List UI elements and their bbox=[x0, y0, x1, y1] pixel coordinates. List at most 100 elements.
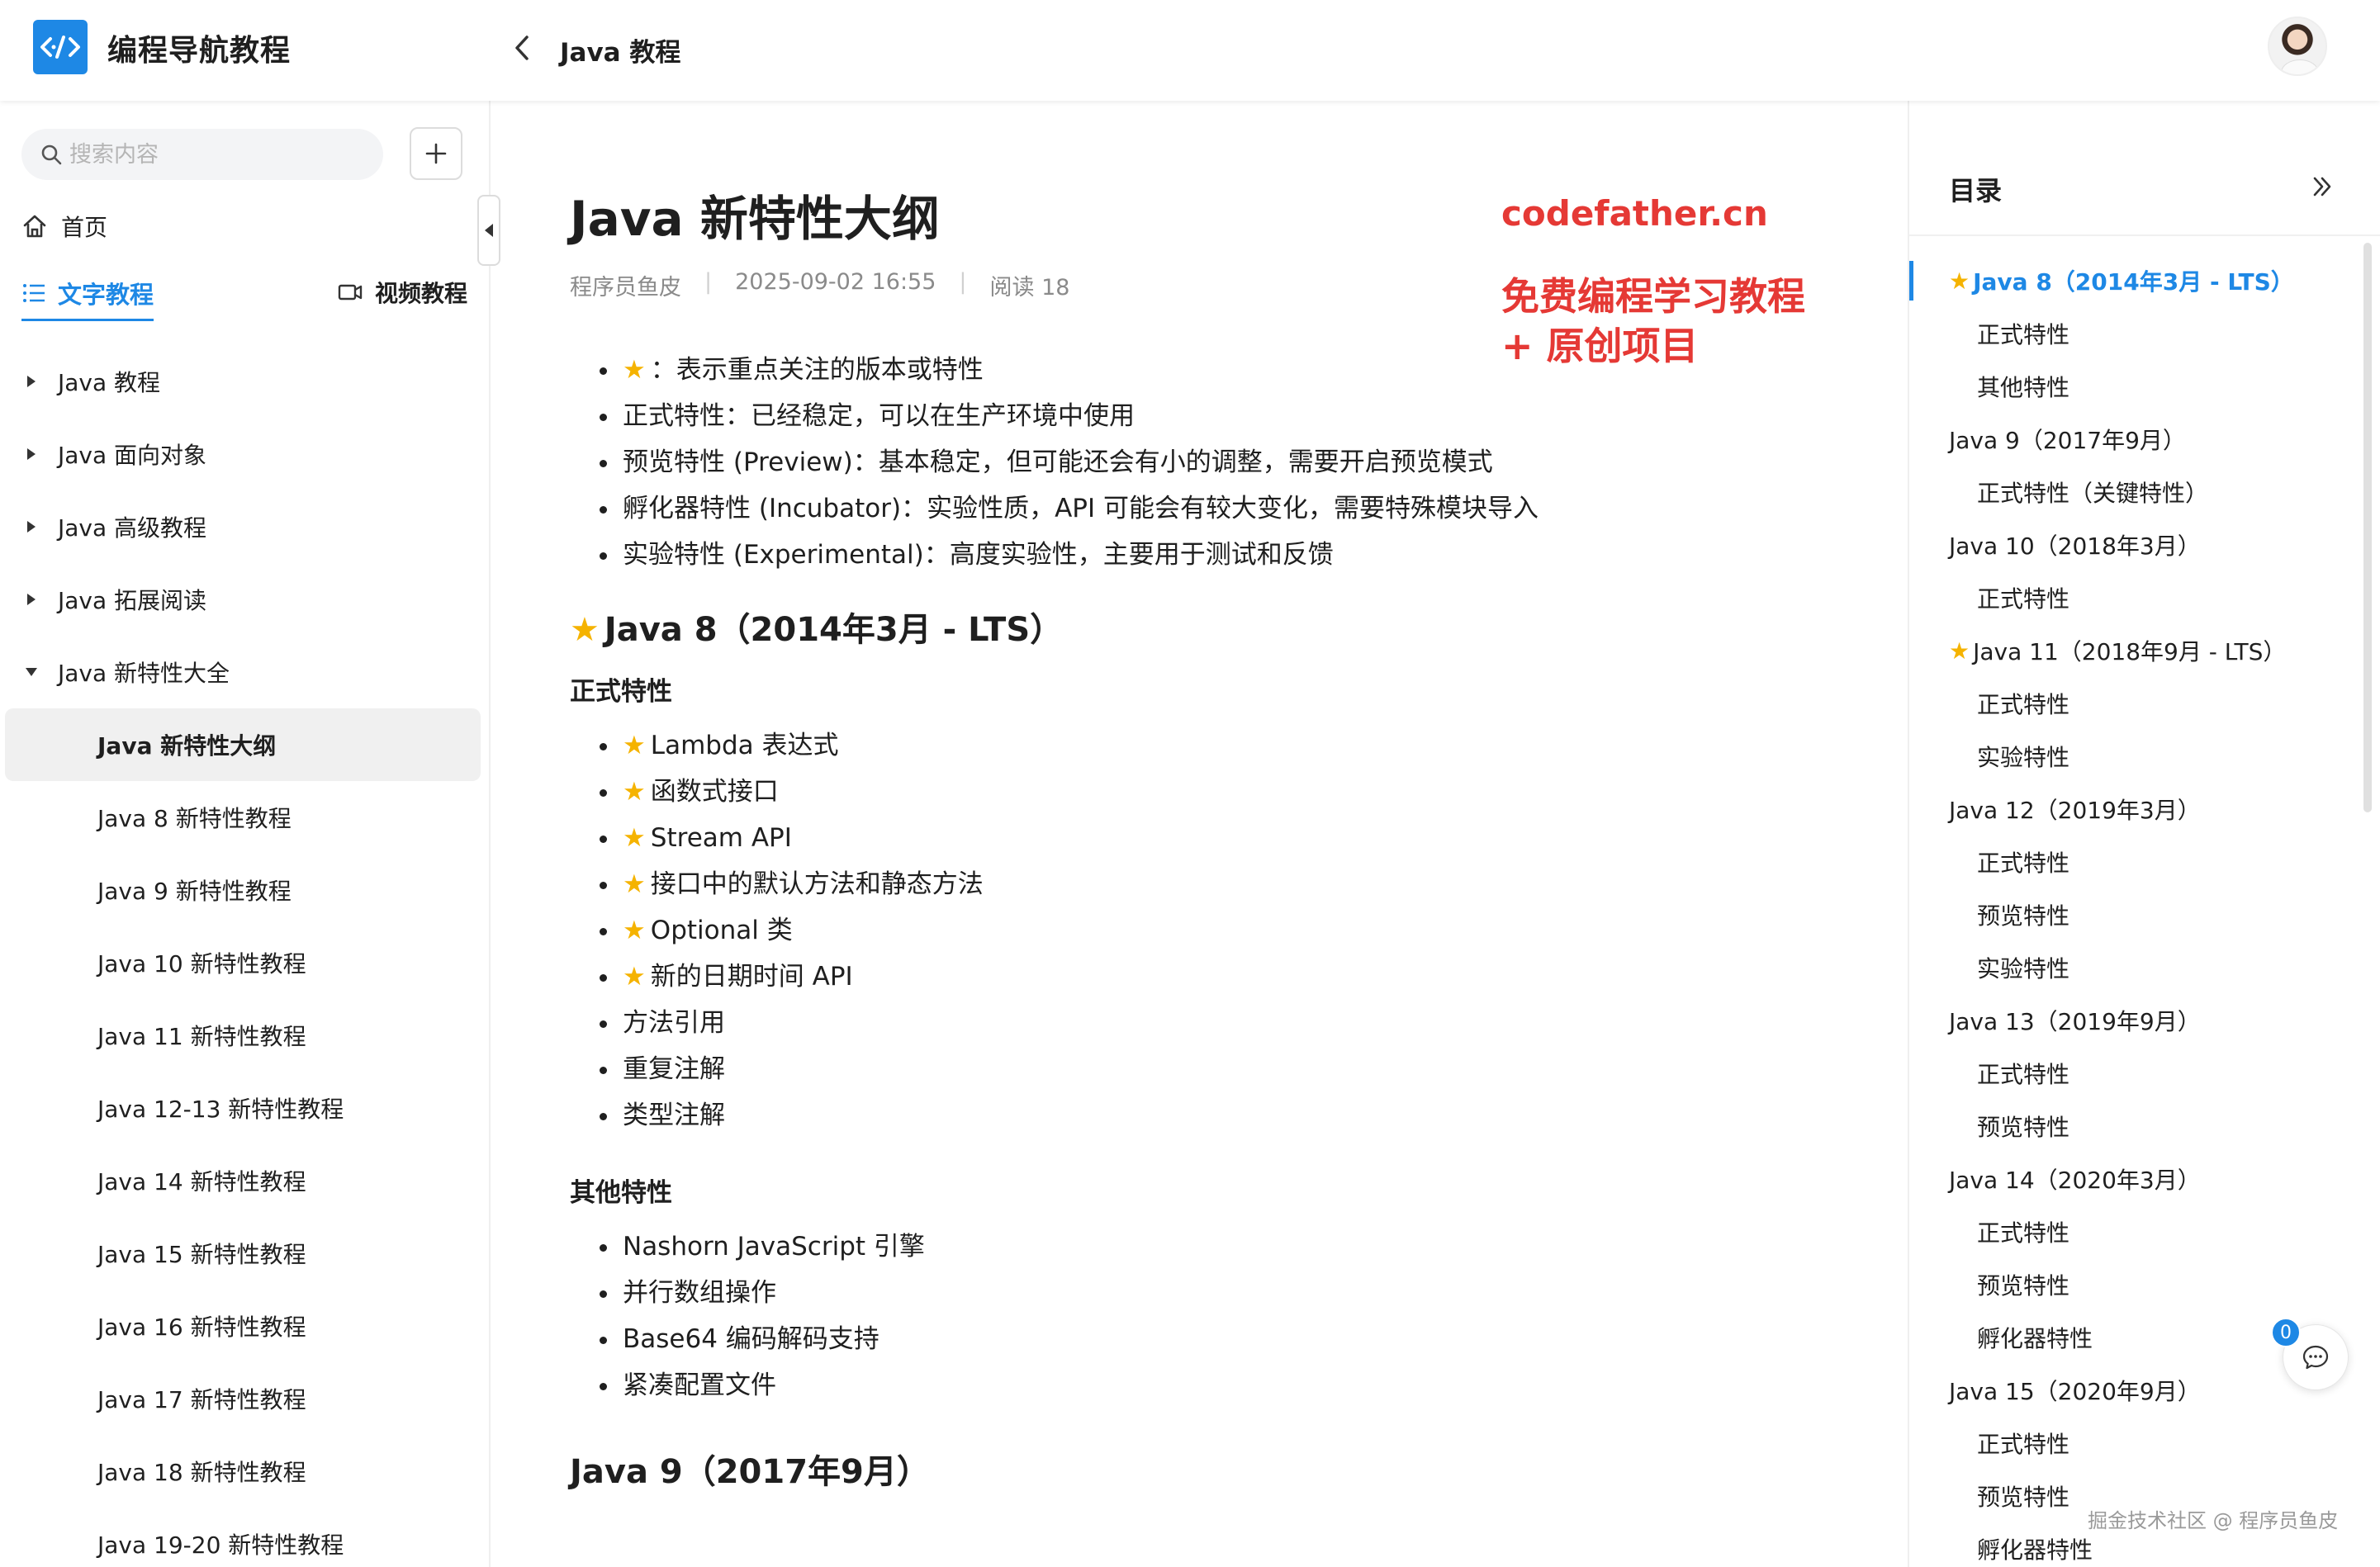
toc-item[interactable]: 正式特性 bbox=[1909, 307, 2355, 360]
sidebar-item-java10[interactable]: Java 10 新特性教程 bbox=[0, 926, 489, 999]
video-camera-icon bbox=[338, 284, 363, 301]
feature-text: 重复注解 bbox=[623, 1054, 725, 1084]
promo-line-2: 免费编程学习教程 bbox=[1501, 274, 1805, 319]
site-logo[interactable] bbox=[33, 20, 88, 74]
toc-item-java10[interactable]: Java 10（2018年3月） bbox=[1909, 518, 2355, 571]
star-icon: ★ bbox=[623, 731, 646, 760]
double-chevron-right-icon bbox=[2313, 177, 2331, 196]
toc-item[interactable]: 正式特性 bbox=[1909, 836, 2355, 888]
toc-item-java13[interactable]: Java 13（2019年9月） bbox=[1909, 994, 2355, 1047]
home-link[interactable]: 首页 bbox=[21, 210, 107, 243]
subheading-official: 正式特性 bbox=[570, 677, 672, 707]
sidebar-item-java15[interactable]: Java 15 新特性教程 bbox=[0, 1217, 489, 1290]
toc-item-label: 其他特性 bbox=[1977, 374, 2070, 401]
toc-item-label: Java 11（2018年9月 - LTS） bbox=[1973, 638, 2287, 665]
toc-item-java11[interactable]: ★ Java 11（2018年9月 - LTS） bbox=[1909, 624, 2355, 677]
sidebar-item-label: Java 18 新特性教程 bbox=[97, 1459, 306, 1486]
toc-item-java12[interactable]: Java 12（2019年3月） bbox=[1909, 783, 2355, 836]
toc-item[interactable]: 正式特性 bbox=[1909, 571, 2355, 624]
home-label: 首页 bbox=[61, 214, 108, 241]
tab-video-tutorial[interactable]: 视频教程 bbox=[337, 276, 467, 309]
sidebar-collapse-handle[interactable] bbox=[477, 195, 500, 266]
article-meta: 程序员鱼皮 | 2025-09-02 16:55 | 阅读 18 bbox=[570, 269, 1093, 301]
search-box[interactable] bbox=[21, 129, 383, 180]
toc-item-label: 孵化器特性 bbox=[1977, 1536, 2093, 1564]
toc-item[interactable]: 正式特性（关键特性） bbox=[1909, 466, 2355, 518]
toc-item[interactable]: 实验特性 bbox=[1909, 941, 2355, 994]
sidebar-item-java19-20[interactable]: Java 19-20 新特性教程 bbox=[0, 1508, 489, 1567]
toc-item[interactable]: 实验特性 bbox=[1909, 730, 2355, 783]
toc-item[interactable]: 正式特性 bbox=[1909, 677, 2355, 730]
toc-item-label: 预览特性 bbox=[1977, 1272, 2070, 1300]
list-item: 紧凑配置文件 bbox=[570, 1362, 1858, 1408]
star-icon: ★ bbox=[570, 611, 600, 649]
tab-text-tutorial[interactable]: 文字教程 bbox=[21, 276, 154, 321]
legend-text: 预览特性 (Preview)：基本稳定，但可能还会有小的调整，需要开启预览模式 bbox=[623, 447, 1493, 477]
feature-text: Base64 编码解码支持 bbox=[623, 1324, 879, 1354]
sidebar-item-java16[interactable]: Java 16 新特性教程 bbox=[0, 1290, 489, 1362]
toc-item[interactable]: 预览特性 bbox=[1909, 1100, 2355, 1153]
user-avatar[interactable] bbox=[2268, 17, 2327, 76]
site-title[interactable]: 编程导航教程 bbox=[107, 26, 291, 69]
list-item: 重复注解 bbox=[570, 1046, 1858, 1092]
star-icon: ★ bbox=[1949, 637, 1970, 665]
toc-item-label: 正式特性 bbox=[1977, 321, 2070, 348]
sidebar-item-label: Java 19-20 新特性教程 bbox=[97, 1531, 344, 1559]
tab-video-label: 视频教程 bbox=[374, 280, 467, 307]
sidebar-item-java-oop[interactable]: Java 面向对象 bbox=[0, 418, 489, 490]
legend-text: 正式特性：已经稳定，可以在生产环境中使用 bbox=[623, 401, 1135, 431]
star-icon: ★ bbox=[623, 823, 646, 853]
back-arrow-icon[interactable] bbox=[505, 30, 538, 66]
sidebar-item-java-new-features[interactable]: Java 新特性大全 bbox=[0, 636, 489, 708]
sidebar-item-label: Java 11 新特性教程 bbox=[97, 1023, 306, 1050]
toc-item[interactable]: 预览特性 bbox=[1909, 888, 2355, 941]
article-author[interactable]: 程序员鱼皮 bbox=[570, 269, 681, 301]
sidebar-item-java-tutorial[interactable]: Java 教程 bbox=[0, 345, 489, 418]
sidebar-item-new-features-outline[interactable]: Java 新特性大纲 bbox=[5, 708, 481, 781]
sidebar-item-java9[interactable]: Java 9 新特性教程 bbox=[0, 854, 489, 926]
sidebar-item-label: Java 面向对象 bbox=[58, 442, 207, 469]
toc-item[interactable]: 正式特性 bbox=[1909, 1417, 2355, 1470]
sidebar-item-java12-13[interactable]: Java 12-13 新特性教程 bbox=[0, 1072, 489, 1144]
search-input[interactable] bbox=[69, 141, 367, 168]
toc-collapse-button[interactable] bbox=[2306, 170, 2339, 203]
toc-scrollbar[interactable] bbox=[2363, 243, 2372, 812]
toc-item[interactable]: 正式特性 bbox=[1909, 1205, 2355, 1258]
list-item: ★ 新的日期时间 API bbox=[570, 954, 1858, 1000]
toc-item-label: Java 8（2014年3月 - LTS） bbox=[1973, 268, 2294, 296]
add-button[interactable] bbox=[410, 127, 462, 180]
sidebar-item-label: Java 16 新特性教程 bbox=[97, 1314, 306, 1341]
toc-item[interactable]: 正式特性 bbox=[1909, 1047, 2355, 1100]
sidebar-item-java11[interactable]: Java 11 新特性教程 bbox=[0, 999, 489, 1072]
list-item: ★ Optional 类 bbox=[570, 907, 1858, 954]
subheading-other: 其他特性 bbox=[570, 1178, 672, 1208]
legend-text: 孵化器特性 (Incubator)：实验性质，API 可能会有较大变化，需要特殊… bbox=[623, 494, 1538, 523]
toc-item[interactable]: 其他特性 bbox=[1909, 360, 2355, 413]
sidebar-item-java18[interactable]: Java 18 新特性教程 bbox=[0, 1435, 489, 1508]
search-icon bbox=[41, 144, 62, 165]
toc-item-label: 正式特性 bbox=[1977, 1431, 2070, 1458]
toc-item-java9[interactable]: Java 9（2017年9月） bbox=[1909, 413, 2355, 466]
sidebar-item-java-advanced[interactable]: Java 高级教程 bbox=[0, 490, 489, 563]
breadcrumb[interactable]: Java 教程 bbox=[560, 31, 680, 69]
star-icon: ★ bbox=[623, 777, 646, 807]
toc-item-label: 实验特性 bbox=[1977, 744, 2070, 771]
caret-right-icon bbox=[23, 518, 40, 535]
sidebar-item-java17[interactable]: Java 17 新特性教程 bbox=[0, 1362, 489, 1435]
sidebar-item-java14[interactable]: Java 14 新特性教程 bbox=[0, 1144, 489, 1217]
toc-item-label: Java 15（2020年9月） bbox=[1949, 1378, 2201, 1405]
sidebar-item-label: Java 新特性大全 bbox=[58, 660, 230, 687]
feature-text: Nashorn JavaScript 引擎 bbox=[623, 1232, 925, 1262]
toc-item-label: Java 14（2020年3月） bbox=[1949, 1167, 2201, 1194]
toc-item[interactable]: 预览特性 bbox=[1909, 1258, 2355, 1311]
sidebar-item-java8[interactable]: Java 8 新特性教程 bbox=[0, 781, 489, 854]
article-date: 2025-09-02 16:55 bbox=[735, 269, 936, 295]
credit-watermark: 掘金技术社区 @ 程序员鱼皮 bbox=[2088, 1509, 2339, 1532]
toc-item-java8[interactable]: ★ Java 8（2014年3月 - LTS） bbox=[1909, 254, 2355, 307]
sidebar: 首页 文字教程 视频教程 Java 教程 Java 面向对象 bbox=[0, 101, 491, 1567]
sidebar-item-label: Java 高级教程 bbox=[58, 514, 207, 542]
caret-right-icon bbox=[23, 446, 40, 462]
sidebar-item-label: Java 10 新特性教程 bbox=[97, 950, 306, 978]
sidebar-item-java-extended[interactable]: Java 拓展阅读 bbox=[0, 563, 489, 636]
toc-item-java14[interactable]: Java 14（2020年3月） bbox=[1909, 1153, 2355, 1205]
